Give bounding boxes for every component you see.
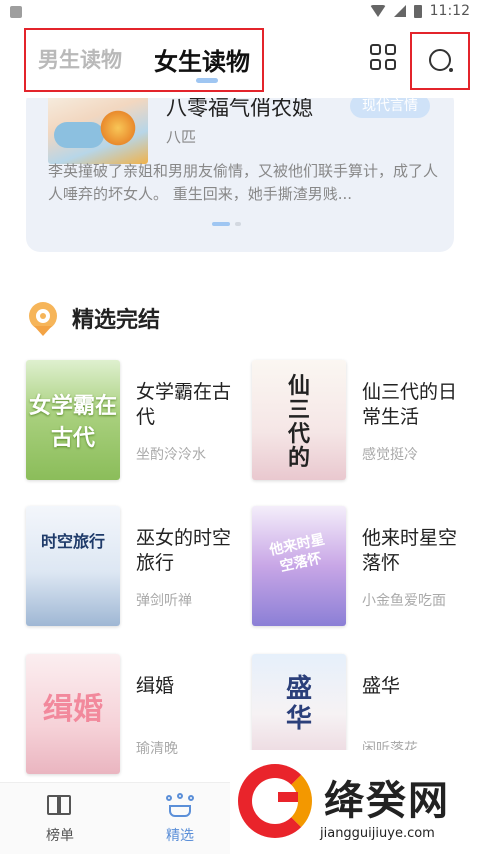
- status-time: 11:12: [429, 3, 470, 19]
- search-icon: [429, 49, 451, 71]
- book-cover[interactable]: 他来时星空落怀: [252, 506, 346, 626]
- banner-book-author: 八匹: [166, 128, 197, 146]
- top-header: 男生读物 女生读物: [0, 26, 480, 98]
- book-card[interactable]: 缉婚 缉婚 瑜清晚: [26, 654, 246, 778]
- banner-description: 李英撞破了亲姐和男朋友偷情，又被他们联手算计，成了人人唾弃的坏女人。 重生回来，…: [48, 162, 439, 203]
- watermark-url: jiangguijiuye.com: [320, 826, 435, 841]
- carousel-dots: [212, 222, 241, 226]
- nav-label: 榜单: [46, 828, 74, 844]
- book-cover[interactable]: 时空旅行: [26, 506, 120, 626]
- main-content[interactable]: 八零福气俏农媳 八匹 现代言情 李英撞破了亲姐和男朋友偷情，又被他们联手算计，成…: [0, 98, 480, 782]
- banner-book-cover[interactable]: [48, 98, 148, 164]
- book-author: 坐酌泠泠水: [136, 447, 206, 463]
- grid-icon[interactable]: [370, 44, 398, 72]
- book-author: 感觉挺冷: [362, 447, 418, 463]
- book-title[interactable]: 盛华: [362, 674, 472, 699]
- book-title[interactable]: 巫女的时空旅行: [136, 526, 246, 576]
- crown-icon: [166, 793, 194, 819]
- book-card[interactable]: 他来时星空落怀 他来时星空落怀 小金鱼爱吃面: [252, 506, 472, 630]
- book-card[interactable]: 仙三代的 仙三代的日常生活 感觉挺冷: [252, 360, 472, 484]
- search-button[interactable]: [410, 32, 470, 90]
- book-title[interactable]: 仙三代的日常生活: [362, 380, 472, 430]
- active-tab-indicator: [196, 78, 218, 83]
- nav-label: 精选: [166, 828, 194, 844]
- nav-rankings[interactable]: 榜单: [30, 793, 90, 845]
- book-cover[interactable]: 女学霸在古代: [26, 360, 120, 480]
- watermark-name: 绛癸网: [324, 778, 450, 824]
- genre-tag: 现代言情: [350, 98, 430, 118]
- book-author: 瑜清晚: [136, 741, 178, 757]
- book-cover[interactable]: 缉婚: [26, 654, 120, 774]
- book-title[interactable]: 他来时星空落怀: [362, 526, 472, 576]
- tab-female-reads[interactable]: 女生读物: [154, 42, 250, 77]
- battery-icon: [413, 4, 422, 18]
- wifi-icon: [369, 5, 386, 17]
- section-title: 精选完结: [72, 308, 161, 333]
- notification-icon: [10, 6, 22, 18]
- status-bar: 11:12: [0, 0, 480, 26]
- medal-icon: [26, 300, 60, 336]
- book-title[interactable]: 缉婚: [136, 674, 246, 699]
- tab-male-reads[interactable]: 男生读物: [38, 44, 122, 74]
- status-icons: 11:12: [369, 3, 470, 19]
- book-icon: [46, 793, 74, 819]
- section-header: 精选完结: [26, 298, 160, 338]
- banner-book-title[interactable]: 八零福气俏农媳: [166, 98, 313, 122]
- book-author: 弹剑听禅: [136, 593, 192, 609]
- reading-tabs: 男生读物 女生读物: [24, 28, 264, 92]
- featured-banner[interactable]: 八零福气俏农媳 八匹 现代言情 李英撞破了亲姐和男朋友偷情，又被他们联手算计，成…: [26, 98, 454, 252]
- nav-featured[interactable]: 精选: [150, 793, 210, 845]
- book-title[interactable]: 女学霸在古代: [136, 380, 246, 430]
- watermark-logo-icon: [238, 764, 312, 838]
- book-cover[interactable]: 仙三代的: [252, 360, 346, 480]
- signal-icon: [393, 5, 406, 17]
- book-card[interactable]: 时空旅行 巫女的时空旅行 弹剑听禅: [26, 506, 246, 630]
- site-watermark: 绛癸网 jiangguijiuye.com: [230, 750, 480, 854]
- book-card[interactable]: 女学霸在古代 女学霸在古代 坐酌泠泠水: [26, 360, 246, 484]
- book-author: 小金鱼爱吃面: [362, 593, 446, 609]
